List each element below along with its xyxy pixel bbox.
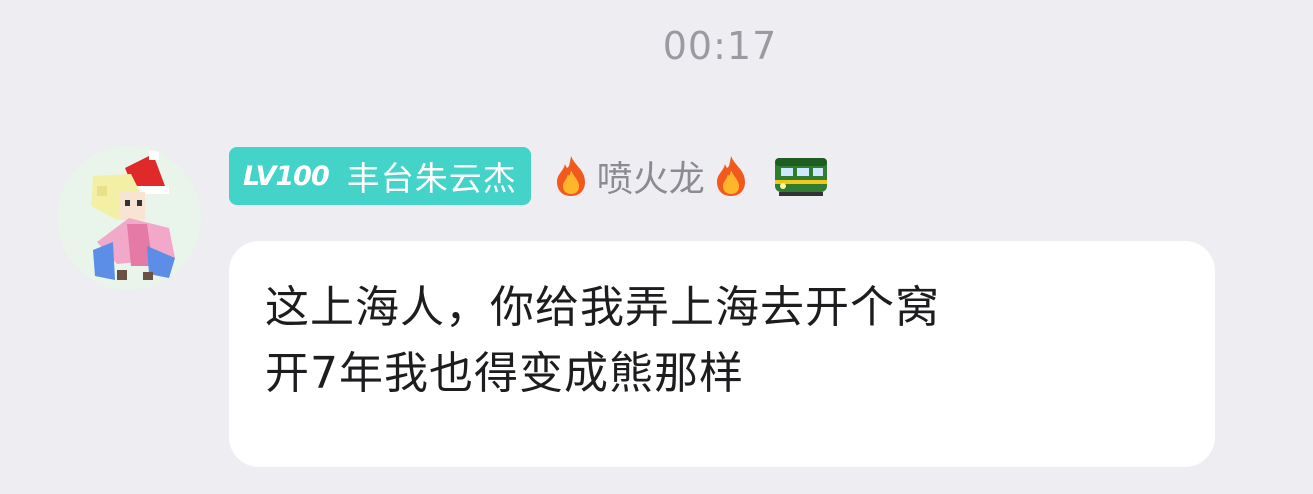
sender-name: 丰台朱云杰 [346,159,517,198]
flame-icon [556,156,585,196]
title-label: 喷火龙 [596,159,705,200]
pixel-character-avatar-icon [91,150,175,280]
message-text-line-1: 这上海人，你给我弄上海去开个窝 [265,282,940,333]
message-text-line-2: 开7年我也得变成熊那样 [265,348,744,399]
level-badge[interactable]: LV100 丰台朱云杰 [229,147,531,205]
sender-row: LV100 丰台朱云杰 喷火龙 [229,146,829,206]
green-train-icon [774,158,827,196]
level-label: LV100 [243,160,330,192]
avatar[interactable] [57,146,201,290]
flame-icon [716,156,745,196]
sender-title[interactable]: 喷火龙 [551,150,829,202]
chat-timestamp: 00:17 [662,24,778,68]
message-bubble[interactable]: 这上海人，你给我弄上海去开个窝 开7年我也得变成熊那样 [229,241,1215,467]
